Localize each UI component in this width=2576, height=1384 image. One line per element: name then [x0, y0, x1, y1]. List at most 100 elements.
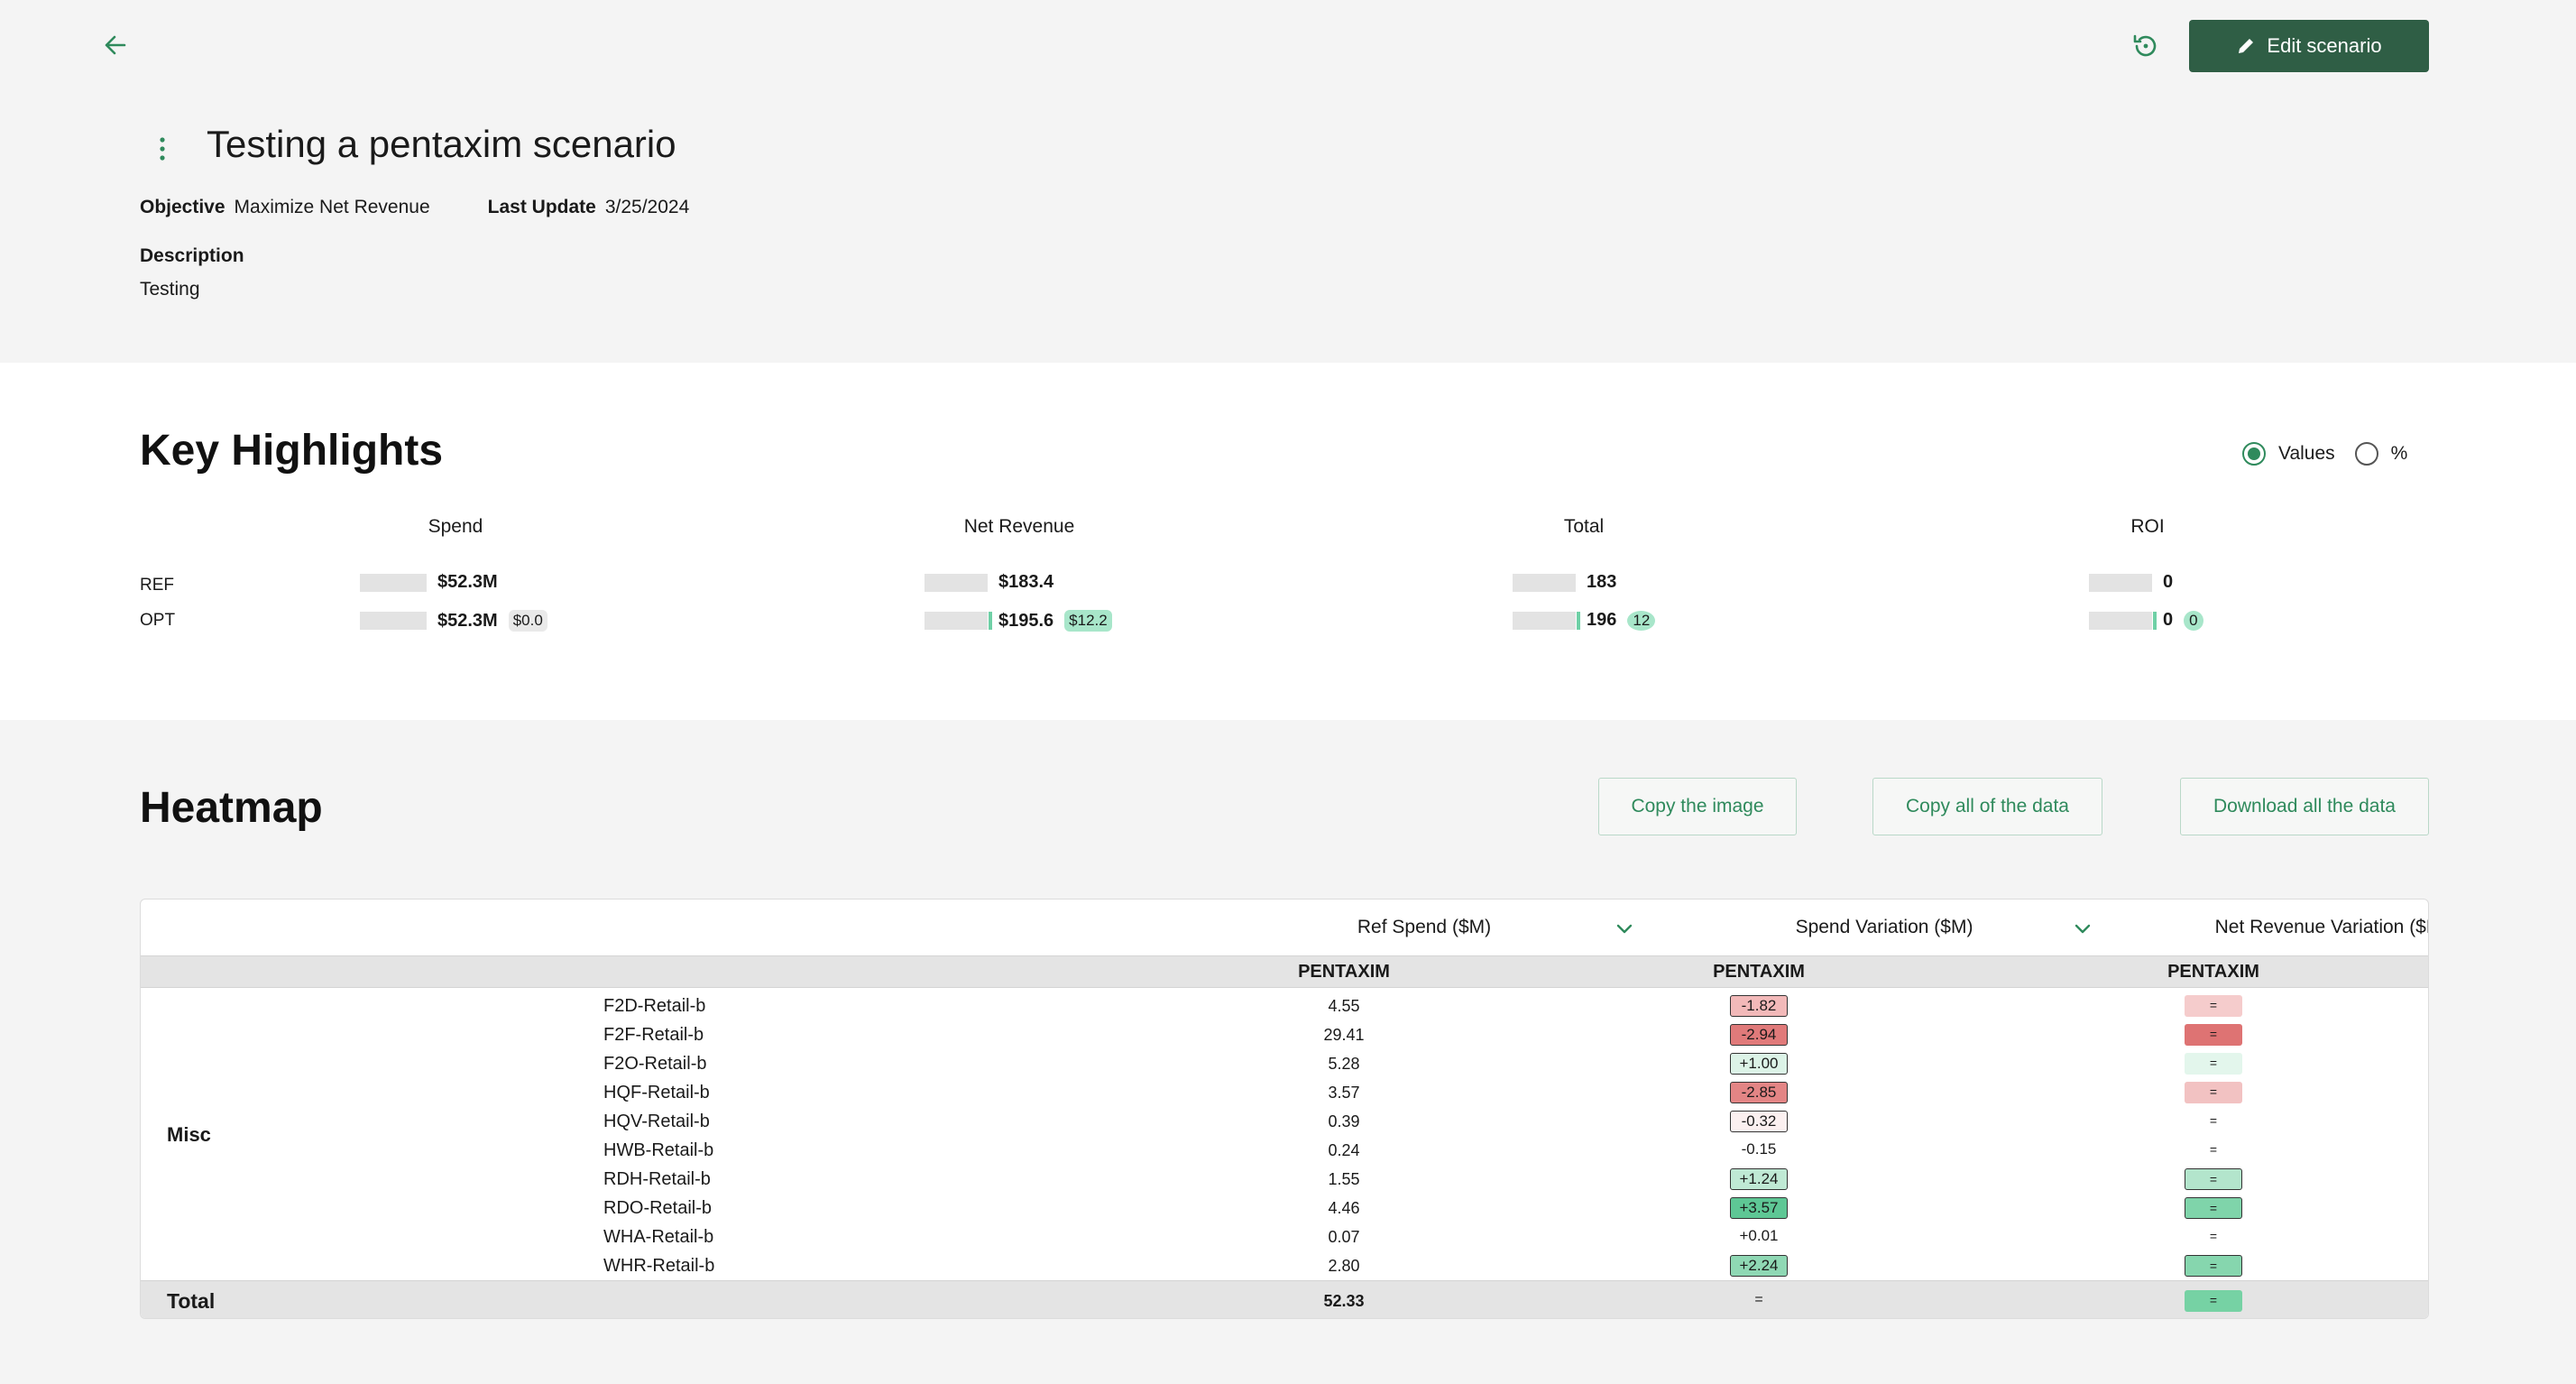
- table-row: F2O-Retail-b 5.28 +1.00 =: [141, 1049, 2428, 1078]
- download-data-button[interactable]: Download all the data: [2180, 778, 2429, 835]
- row-name: F2O-Retail-b: [603, 1054, 707, 1074]
- kpi-roi-opt: 00: [2089, 610, 2203, 631]
- row-name: HWB-Retail-b: [603, 1140, 714, 1160]
- kpi-spend-opt: $52.3M $0.0: [360, 610, 547, 632]
- heatmap-table: Ref Spend ($M) Spend Variation ($M) Net …: [140, 899, 2429, 1319]
- row-name: F2D-Retail-b: [603, 996, 706, 1016]
- delta-badge: 12: [1627, 610, 1656, 631]
- row-ref-spend: 4.46: [1328, 1199, 1360, 1217]
- kpi-net-revenue-opt: $195.6 $12.2: [925, 610, 1112, 632]
- key-highlights-title: Key Highlights: [140, 427, 444, 475]
- table-row: RDO-Retail-b 4.46 +3.57 =: [141, 1194, 2428, 1223]
- last-update: Last Update 3/25/2024: [487, 197, 690, 217]
- kpi-net-revenue-ref: $183.4: [925, 572, 1053, 593]
- subheader-net-revenue-variation: PENTAXIM: [2167, 962, 2259, 982]
- scenario-meta: Objective Maximize Net Revenue Last Updat…: [140, 197, 689, 218]
- row-spend-variation: +3.57: [1730, 1197, 1788, 1219]
- chevron-down-icon: [1616, 924, 1633, 934]
- row-ref-spend: 3.57: [1328, 1084, 1360, 1102]
- edit-scenario-button[interactable]: Edit scenario: [2189, 20, 2429, 72]
- table-subheader: PENTAXIM PENTAXIM PENTAXIM: [141, 955, 2428, 988]
- table-row: F2D-Retail-b 4.55 -1.82 =: [141, 992, 2428, 1020]
- row-name: RDH-Retail-b: [603, 1169, 711, 1189]
- table-row: HWB-Retail-b 0.24 -0.15 =: [141, 1136, 2428, 1165]
- row-net-revenue-variation: =: [2185, 1255, 2242, 1277]
- subheader-ref-spend: PENTAXIM: [1298, 962, 1390, 982]
- percent-radio[interactable]: [2354, 442, 2378, 466]
- copy-image-button[interactable]: Copy the image: [1598, 778, 1797, 835]
- table-row: RDH-Retail-b 1.55 +1.24 =: [141, 1165, 2428, 1194]
- values-radio[interactable]: [2242, 442, 2266, 466]
- row-net-revenue-variation: =: [2185, 1024, 2242, 1046]
- row-name: HQF-Retail-b: [603, 1083, 710, 1103]
- kpi-roi-ref: 0: [2089, 572, 2173, 593]
- table-row: F2F-Retail-b 29.41 -2.94 =: [141, 1020, 2428, 1049]
- total-ref-spend: 52.33: [1323, 1292, 1365, 1310]
- edit-scenario-label: Edit scenario: [2267, 34, 2382, 57]
- opt-row-label: OPT: [140, 611, 176, 630]
- table-row: HQF-Retail-b 3.57 -2.85 =: [141, 1078, 2428, 1107]
- kpi-total-header: Total: [1563, 516, 1605, 537]
- kpi-total-opt: 196 12: [1513, 610, 1656, 631]
- table-row: HQV-Retail-b 0.39 -0.32 =: [141, 1107, 2428, 1136]
- row-spend-variation: -2.94: [1730, 1024, 1788, 1046]
- row-spend-variation: -2.85: [1730, 1082, 1788, 1103]
- values-percent-toggle: Values %: [2242, 442, 2427, 466]
- copy-data-button[interactable]: Copy all of the data: [1872, 778, 2102, 835]
- kebab-menu-icon[interactable]: [150, 134, 175, 164]
- kpi-spend-ref: $52.3M: [360, 572, 498, 593]
- kpi-roi-header: ROI: [2130, 516, 2165, 537]
- net-revenue-variation-column-select[interactable]: Net Revenue Variation ($M): [2124, 900, 2428, 955]
- description-value: Testing: [140, 279, 200, 300]
- row-net-revenue-variation: =: [2185, 1168, 2242, 1190]
- heatmap-title: Heatmap: [140, 784, 323, 832]
- percent-radio-label: %: [2390, 443, 2408, 464]
- total-spend-variation: =: [1754, 1292, 1763, 1307]
- row-net-revenue-variation: =: [2185, 1053, 2242, 1075]
- row-net-revenue-variation: =: [2185, 1226, 2242, 1248]
- row-net-revenue-variation: =: [2185, 1139, 2242, 1161]
- kpi-spend-header: Spend: [428, 516, 483, 537]
- row-ref-spend: 2.80: [1328, 1257, 1360, 1275]
- table-row: WHR-Retail-b 2.80 +2.24 =: [141, 1251, 2428, 1280]
- objective: Objective Maximize Net Revenue: [140, 197, 430, 217]
- delta-badge: 0: [2184, 610, 2203, 631]
- heatmap-section: Heatmap Copy the image Copy all of the d…: [0, 720, 2576, 1384]
- scenario-header: Edit scenario Testing a pentaxim scenari…: [0, 0, 2576, 363]
- row-ref-spend: 0.24: [1328, 1141, 1360, 1159]
- kpi-net-revenue-header: Net Revenue: [963, 516, 1075, 537]
- row-spend-variation: +2.24: [1730, 1255, 1788, 1277]
- back-arrow-icon[interactable]: [101, 31, 130, 60]
- row-spend-variation: +1.24: [1730, 1168, 1788, 1190]
- values-radio-label: Values: [2278, 443, 2335, 464]
- row-name: WHR-Retail-b: [603, 1256, 715, 1276]
- ref-spend-column-select[interactable]: Ref Spend ($M): [1217, 900, 1650, 955]
- row-name: F2F-Retail-b: [603, 1025, 704, 1045]
- ref-row-label: REF: [140, 576, 174, 595]
- table-row: WHA-Retail-b 0.07 +0.01 =: [141, 1223, 2428, 1251]
- page-title: Testing a pentaxim scenario: [207, 123, 676, 165]
- total-label: Total: [167, 1289, 216, 1313]
- row-net-revenue-variation: =: [2185, 1197, 2242, 1219]
- delta-badge: $12.2: [1064, 610, 1112, 632]
- history-icon[interactable]: [2130, 31, 2161, 61]
- row-spend-variation: -0.15: [1730, 1139, 1788, 1161]
- row-name: HQV-Retail-b: [603, 1112, 710, 1131]
- chevron-down-icon: [2075, 924, 2091, 934]
- row-name: WHA-Retail-b: [603, 1227, 714, 1247]
- row-net-revenue-variation: =: [2185, 995, 2242, 1017]
- subheader-spend-variation: PENTAXIM: [1713, 962, 1805, 982]
- row-ref-spend: 4.55: [1328, 997, 1360, 1015]
- row-ref-spend: 5.28: [1328, 1055, 1360, 1073]
- pencil-icon: [2239, 39, 2254, 53]
- kpi-total-ref: 183: [1513, 572, 1616, 593]
- key-highlights-section: Key Highlights Values % REF OPT Spend $5…: [0, 363, 2576, 720]
- row-spend-variation: -1.82: [1730, 995, 1788, 1017]
- row-name: RDO-Retail-b: [603, 1198, 713, 1218]
- spend-variation-column-select[interactable]: Spend Variation ($M): [1677, 900, 2110, 955]
- row-ref-spend: 29.41: [1323, 1026, 1365, 1044]
- delta-badge: $0.0: [508, 610, 547, 632]
- row-spend-variation: +0.01: [1730, 1226, 1788, 1248]
- row-spend-variation: -0.32: [1730, 1111, 1788, 1132]
- row-net-revenue-variation: =: [2185, 1082, 2242, 1103]
